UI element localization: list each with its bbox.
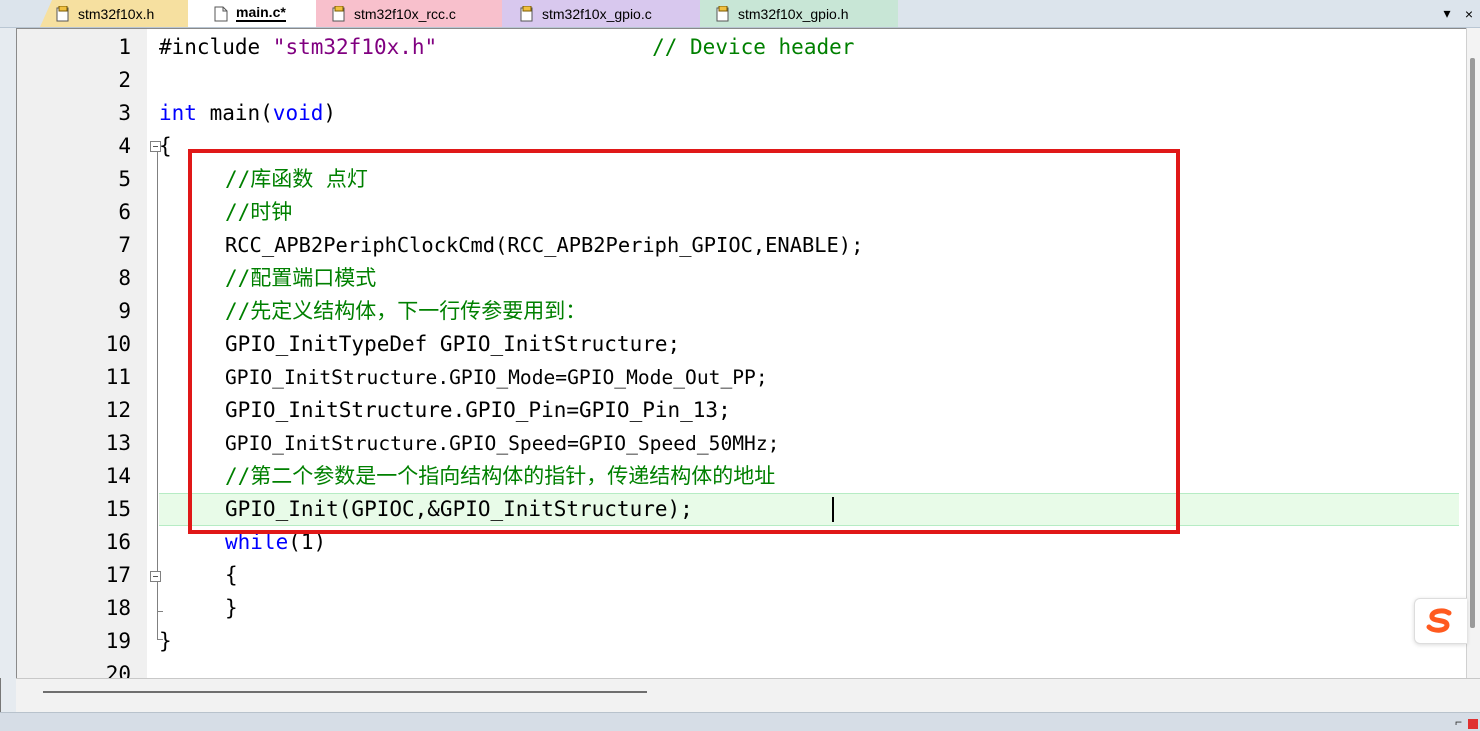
tab-stm32f10x-rcc-c[interactable]: stm32f10x_rcc.c bbox=[316, 0, 502, 27]
identifier: main( bbox=[196, 101, 273, 125]
scrollbar-thumb[interactable] bbox=[43, 691, 647, 693]
tab-stm32f10x-h[interactable]: stm32f10x.h bbox=[40, 0, 188, 27]
line-number: 2 bbox=[118, 68, 131, 92]
code-line: 10 GPIO_InitTypeDef GPIO_InitStructure; bbox=[17, 328, 1480, 361]
code-line: 19 } bbox=[17, 625, 1480, 658]
tab-list-dropdown-icon[interactable]: ▾ bbox=[1436, 5, 1458, 22]
line-number: 20 bbox=[105, 662, 131, 679]
editor-tab-bar: stm32f10x.h main.c* stm32f10x_rcc.c stm3… bbox=[0, 0, 1480, 28]
punctuation: ) bbox=[323, 101, 337, 125]
line-number: 12 bbox=[105, 398, 131, 422]
code-text: GPIO_Init(GPIOC,&GPIO_InitStructure); bbox=[225, 497, 693, 521]
close-tab-icon[interactable]: × bbox=[1458, 6, 1480, 22]
code-text: RCC_APB2PeriphClockCmd(RCC_APB2Periph_GP… bbox=[225, 233, 864, 257]
line-number: 8 bbox=[118, 266, 131, 290]
line-number: 9 bbox=[118, 299, 131, 323]
scrollbar-thumb[interactable] bbox=[1470, 58, 1475, 628]
preprocessor-directive: #include bbox=[159, 35, 273, 59]
code-line: 3 int main(void) bbox=[17, 97, 1480, 130]
line-number: 6 bbox=[118, 200, 131, 224]
line-number: 10 bbox=[105, 332, 131, 356]
status-flag-icon bbox=[1468, 719, 1478, 729]
tab-main-c[interactable]: main.c* bbox=[188, 0, 316, 27]
code-text: } bbox=[159, 629, 172, 653]
line-number: 14 bbox=[105, 464, 131, 488]
sogou-ime-icon[interactable] bbox=[1414, 598, 1467, 644]
code-text: GPIO_InitTypeDef GPIO_InitStructure; bbox=[225, 332, 681, 356]
comment: //库函数 点灯 bbox=[225, 167, 368, 191]
code-line: 5 //库函数 点灯 bbox=[17, 163, 1480, 196]
code-line: 8 //配置端口模式 bbox=[17, 262, 1480, 295]
code-line: 9 //先定义结构体，下一行传参要用到： bbox=[17, 295, 1480, 328]
tab-stm32f10x-gpio-h[interactable]: stm32f10x_gpio.h bbox=[700, 0, 898, 27]
horizontal-scrollbar[interactable] bbox=[16, 678, 1480, 713]
line-number: 4 bbox=[118, 134, 131, 158]
code-line: 12 GPIO_InitStructure.GPIO_Pin=GPIO_Pin_… bbox=[17, 394, 1480, 427]
code-line: 4 { bbox=[17, 130, 1480, 163]
code-text: GPIO_InitStructure.GPIO_Speed=GPIO_Speed… bbox=[225, 432, 780, 455]
comment: //先定义结构体，下一行传参要用到： bbox=[225, 299, 587, 323]
code-line: 16 while(1) bbox=[17, 526, 1480, 559]
tab-stm32f10x-gpio-c[interactable]: stm32f10x_gpio.c bbox=[502, 0, 700, 27]
code-line: 7 RCC_APB2PeriphClockCmd(RCC_APB2Periph_… bbox=[17, 229, 1480, 262]
line-number: 18 bbox=[105, 596, 131, 620]
code-text: GPIO_InitStructure.GPIO_Mode=GPIO_Mode_O… bbox=[225, 366, 768, 389]
code-line: 18 } bbox=[17, 592, 1480, 625]
code-editor[interactable]: 1 #include "stm32f10x.h" // Device heade… bbox=[16, 28, 1480, 679]
tab-label: stm32f10x.h bbox=[78, 5, 155, 22]
comment: // Device header bbox=[652, 35, 855, 59]
status-bar: ⌐ bbox=[0, 712, 1480, 731]
code-line: 14 //第二个参数是一个指向结构体的指针，传递结构体的地址 bbox=[17, 460, 1480, 493]
code-line-current: 15 GPIO_Init(GPIOC,&GPIO_InitStructure); bbox=[17, 493, 1480, 526]
code-text: { bbox=[159, 134, 172, 158]
keyword: void bbox=[272, 101, 324, 125]
line-number: 1 bbox=[118, 35, 131, 59]
text-cursor bbox=[832, 497, 834, 522]
tab-label: stm32f10x_rcc.c bbox=[354, 5, 456, 22]
comment: //第二个参数是一个指向结构体的指针，传递结构体的地址 bbox=[225, 464, 776, 488]
code-text: GPIO_InitStructure.GPIO_Pin=GPIO_Pin_13; bbox=[225, 398, 731, 422]
vertical-scrollbar[interactable] bbox=[1466, 28, 1480, 678]
tab-label: stm32f10x_gpio.h bbox=[738, 5, 849, 22]
line-number: 13 bbox=[105, 431, 131, 455]
code-text: { bbox=[225, 563, 238, 587]
keyword: int bbox=[159, 101, 197, 125]
code-line: 2 bbox=[17, 64, 1480, 97]
code-line: 11 GPIO_InitStructure.GPIO_Mode=GPIO_Mod… bbox=[17, 361, 1480, 394]
c-file-icon bbox=[214, 6, 228, 22]
tab-label: stm32f10x_gpio.c bbox=[542, 5, 652, 22]
keyword: while bbox=[225, 530, 289, 554]
left-panel-edge bbox=[0, 28, 17, 718]
line-number: 19 bbox=[105, 629, 131, 653]
header-file-icon bbox=[716, 5, 730, 22]
comment: //配置端口模式 bbox=[225, 266, 377, 290]
code-line: 17 { bbox=[17, 559, 1480, 592]
string-literal: "stm32f10x.h" bbox=[272, 35, 438, 59]
line-number: 15 bbox=[105, 497, 131, 521]
line-number: 3 bbox=[118, 101, 131, 125]
code-line: 6 //时钟 bbox=[17, 196, 1480, 229]
code-line: 13 GPIO_InitStructure.GPIO_Speed=GPIO_Sp… bbox=[17, 427, 1480, 460]
c-file-icon bbox=[332, 5, 346, 22]
code-text: while(1) bbox=[225, 526, 326, 559]
status-indicator-icon: ⌐ bbox=[1454, 715, 1462, 729]
comment: //时钟 bbox=[225, 200, 293, 224]
line-number: 16 bbox=[105, 530, 131, 554]
c-file-icon bbox=[520, 5, 534, 22]
code-text: int main(void) bbox=[159, 97, 336, 130]
code-line: 1 #include "stm32f10x.h" // Device heade… bbox=[17, 31, 1480, 64]
code-text: #include "stm32f10x.h" // Device header bbox=[159, 31, 854, 64]
line-number: 17 bbox=[105, 563, 131, 587]
line-number: 7 bbox=[118, 233, 131, 257]
line-number: 11 bbox=[105, 365, 131, 389]
code-line: 20 bbox=[17, 658, 1480, 679]
header-file-icon bbox=[56, 5, 70, 22]
condition: (1) bbox=[288, 530, 327, 554]
tab-controls: ▾ × bbox=[1436, 0, 1480, 27]
code-text: } bbox=[225, 596, 238, 620]
line-number: 5 bbox=[118, 167, 131, 191]
tab-label: main.c* bbox=[236, 4, 286, 22]
